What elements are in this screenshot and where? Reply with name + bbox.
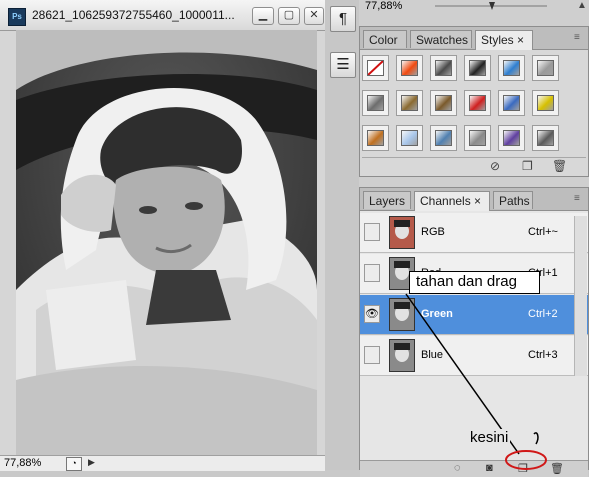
target-highlight-circle bbox=[505, 450, 547, 470]
drag-arrow-hook bbox=[533, 432, 539, 445]
drag-instruction-callout: tahan dan drag bbox=[409, 271, 540, 294]
drop-target-label: kesini bbox=[468, 429, 511, 446]
drag-annotation-overlay bbox=[405, 293, 547, 470]
